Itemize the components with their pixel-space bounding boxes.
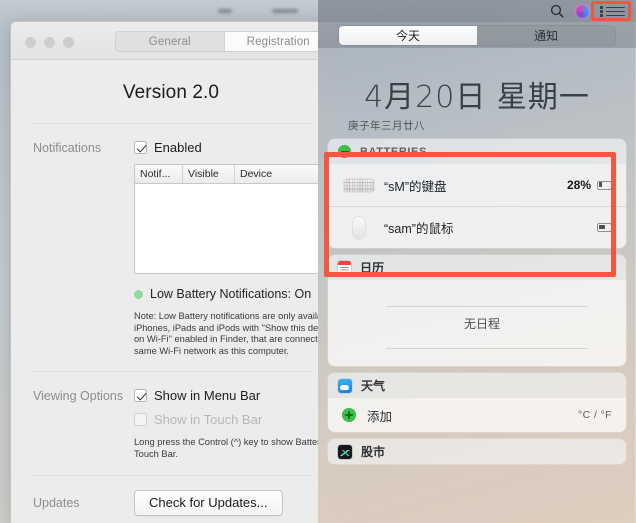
tab-registration[interactable]: Registration (223, 32, 333, 51)
stocks-widget[interactable]: 股市 (328, 439, 626, 464)
updates-section: Updates Check for Updates... (11, 489, 333, 516)
search-icon[interactable] (550, 4, 564, 23)
batteries-widget[interactable]: BATTERIES “sM”的键盘 28% “sam”的鼠标 (328, 139, 626, 248)
note-line: Note: Low Battery notifications are only… (134, 311, 334, 321)
battery-row-mouse[interactable]: “sam”的鼠标 (328, 206, 626, 248)
column-header-notification[interactable]: Notif... (135, 165, 183, 183)
notifications-note: Note: Low Battery notifications are only… (134, 311, 334, 357)
calendar-widget-body: 无日程 (328, 280, 626, 366)
show-in-touch-bar-label: Show in Touch Bar (154, 412, 263, 428)
tab-general[interactable]: General (116, 32, 224, 51)
mouse-icon (342, 216, 376, 239)
viewing-options-note: Long press the Control (^) key to show B… (134, 437, 333, 460)
batteries-widget-body: “sM”的键盘 28% “sam”的鼠标 (328, 164, 626, 248)
show-in-touch-bar-row: Show in Touch Bar (134, 412, 325, 427)
batteries-widget-title: BATTERIES (360, 145, 427, 158)
desktop-screenshot: General Registration Version 2.0 Notific… (0, 0, 636, 523)
notifications-enabled-label: Enabled (154, 140, 202, 155)
column-header-visible[interactable]: Visible (183, 165, 235, 183)
show-in-menu-bar-label: Show in Menu Bar (154, 388, 261, 404)
notifications-table[interactable]: Notif... Visible Device (134, 164, 325, 274)
battery-percent: 28% (566, 178, 591, 192)
close-button[interactable] (25, 37, 36, 48)
calendar-divider-top (386, 306, 588, 307)
window-titlebar[interactable]: General Registration (11, 22, 333, 60)
notifications-section: Notifications Enabled Notif... Visible D… (11, 140, 333, 357)
tab-notifications[interactable]: 通知 (477, 25, 615, 45)
notification-center-panel[interactable]: 今天 通知 4月20日 星期一 庚子年三月廿八 BATTERIES “sM”的键… (318, 0, 636, 523)
show-in-touch-bar-checkbox (134, 413, 147, 427)
battery-preferences-window[interactable]: General Registration Version 2.0 Notific… (10, 21, 334, 523)
minimize-button[interactable] (44, 37, 55, 48)
weather-add-label: 添加 (367, 409, 393, 424)
note-line: same Wi-Fi network as this computer. (134, 345, 289, 356)
weather-widget-body: 添加 °C / °F (328, 398, 626, 432)
calendar-empty-text: 无日程 (463, 316, 500, 331)
stocks-icon (338, 444, 352, 459)
low-battery-status-text: Low Battery Notifications: On (150, 287, 312, 301)
siri-icon[interactable] (575, 4, 590, 19)
temperature-unit-toggle[interactable]: °C / °F (578, 409, 612, 421)
check-for-updates-button[interactable]: Check for Updates... (134, 489, 283, 516)
menubar-right-section[interactable] (318, 0, 636, 22)
table-body-empty[interactable] (135, 184, 324, 273)
tab-segmented-control[interactable]: General Registration (115, 31, 333, 52)
zoom-button[interactable] (63, 37, 74, 48)
battery-level-icon (597, 223, 614, 232)
lunar-date: 庚子年三月廿八 (348, 120, 425, 132)
keyboard-icon (342, 178, 376, 192)
plus-circle-icon[interactable] (342, 408, 356, 422)
weather-widget-title: 天气 (361, 379, 386, 393)
note-line: Long press the Control (^) key to show B… (134, 437, 333, 448)
note-line: Touch Bar. (134, 448, 178, 459)
notifications-label: Notifications (33, 141, 102, 155)
date-block: 4月20日 星期一 庚子年三月廿八 (318, 48, 636, 139)
calendar-empty-state: 无日程 (328, 280, 626, 366)
table-header-row: Notif... Visible Device (135, 165, 324, 184)
device-name: “sam”的鼠标 (384, 222, 454, 236)
column-header-device[interactable]: Device (235, 165, 324, 183)
notifications-enabled-row[interactable]: Enabled (134, 140, 325, 155)
viewing-options-label: Viewing Options (33, 389, 124, 404)
note-line: on Wi-Fi" enabled in Finder, that are co… (134, 334, 334, 345)
calendar-widget-title: 日历 (360, 261, 385, 275)
battery-row-keyboard[interactable]: “sM”的键盘 28% (328, 164, 626, 206)
updates-label: Updates (33, 495, 80, 510)
divider-top (33, 123, 311, 124)
divider-middle (33, 371, 311, 373)
notification-center-tabs[interactable]: 今天 通知 (318, 22, 636, 48)
stocks-widget-title: 股市 (361, 445, 386, 459)
stocks-widget-header[interactable]: 股市 (328, 439, 626, 464)
weather-icon (338, 378, 352, 393)
batteries-widget-header[interactable]: BATTERIES (328, 139, 626, 164)
weather-widget-header[interactable]: 天气 (328, 373, 626, 398)
viewing-options-section: Viewing Options Show in Menu Bar Show in… (11, 388, 333, 460)
divider-lower (33, 474, 311, 476)
current-date: 4月20日 星期一 (364, 80, 590, 115)
calendar-widget-header[interactable]: 日历 (328, 255, 626, 280)
notification-center-icon-highlight (591, 1, 631, 21)
calendar-icon (338, 261, 351, 274)
low-battery-status-row: Low Battery Notifications: On (134, 287, 325, 301)
notifications-enabled-checkbox[interactable] (134, 141, 147, 154)
device-name: “sM”的键盘 (384, 179, 447, 194)
show-in-menu-bar-checkbox[interactable] (134, 389, 147, 403)
preferences-body: Version 2.0 Notifications Enabled Notif.… (11, 60, 333, 523)
minus-circle-icon[interactable] (338, 145, 351, 158)
status-dot-icon (134, 289, 143, 299)
weather-widget[interactable]: 天气 添加 °C / °F (328, 373, 626, 432)
version-title: Version 2.0 (122, 82, 220, 103)
note-line: iPhones, iPads and iPods with "Show this… (134, 322, 334, 333)
weather-add-row[interactable]: 添加 °C / °F (328, 398, 626, 432)
calendar-divider-bottom (386, 347, 588, 348)
battery-level-icon (597, 180, 614, 190)
show-in-menu-bar-row[interactable]: Show in Menu Bar (134, 388, 325, 403)
calendar-widget[interactable]: 日历 无日程 (328, 255, 626, 366)
tab-today[interactable]: 今天 (339, 25, 477, 45)
